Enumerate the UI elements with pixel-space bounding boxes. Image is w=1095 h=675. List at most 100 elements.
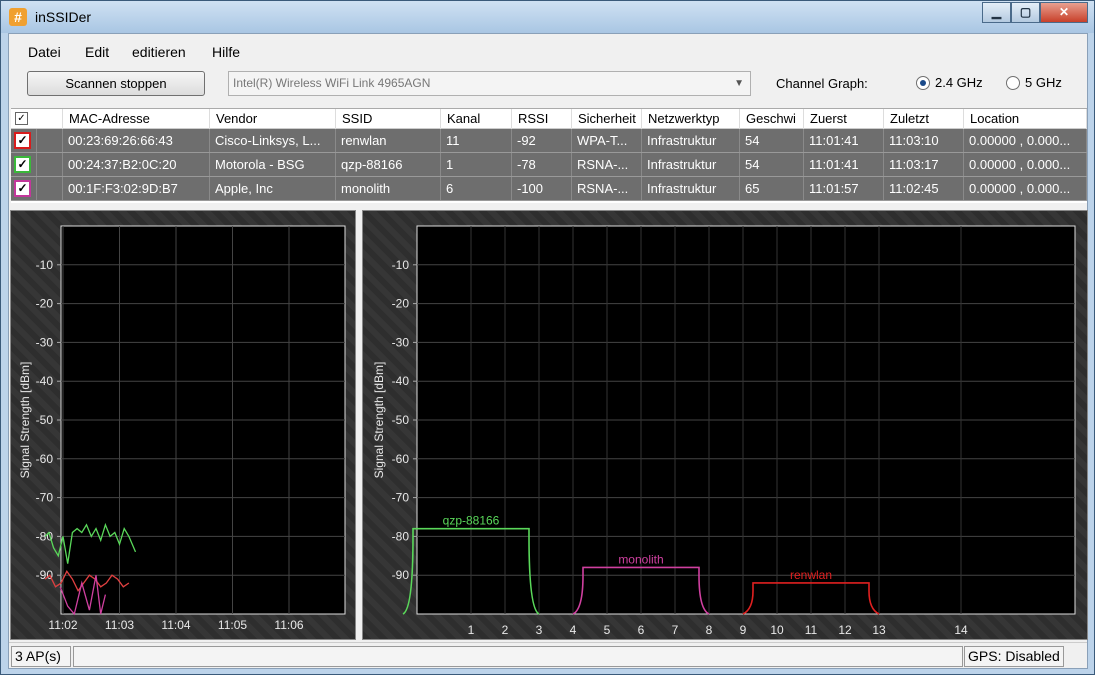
series-label: qzp-88166 [443,514,500,528]
cell-speed: 65 [740,177,804,200]
y-tick-label: -80 [392,529,410,543]
col-location[interactable]: Location [964,109,1087,129]
y-tick-label: -20 [392,297,410,311]
cell-last: 11:02:45 [884,177,964,200]
radio-5ghz-label: 5 GHz [1025,75,1062,90]
y-tick-label: -10 [392,258,410,272]
radio-24ghz[interactable]: 2.4 GHz [916,75,983,90]
col-netzwerktyp[interactable]: Netzwerktyp [642,109,740,129]
x-tick-label: 2 [502,623,509,637]
cell-location: 0.00000 , 0.000... [964,177,1087,200]
cell-location: 0.00000 , 0.000... [964,153,1087,176]
time-graph: 11:02 11:03 11:04 11:05 11:06 -10 -20 -30 -40 -50… [18,225,346,632]
cell-security: RSNA-... [572,153,642,176]
x-tick-label: 12 [838,623,852,637]
cell-last: 11:03:17 [884,153,964,176]
x-tick-label: 6 [638,623,645,637]
x-tick-label: 11 [805,623,818,637]
y-tick-label: -30 [36,335,54,349]
y-tick-label: -40 [392,374,410,388]
menu-bar: Datei Edit editieren Hilfe [9,34,1087,66]
col-mac[interactable]: MAC-Adresse [63,109,210,129]
series-label: monolith [618,552,663,566]
channel-graph-label: Channel Graph: [776,76,868,91]
col-kanal[interactable]: Kanal [441,109,512,129]
menu-hilfe[interactable]: Hilfe [212,44,240,60]
window-title: inSSIDer [35,9,92,25]
ap-count: 3 AP(s) [11,646,71,667]
maximize-button[interactable]: ▢ [1011,2,1040,23]
x-tick-label: 3 [536,623,543,637]
status-message [73,646,963,667]
y-axis-label: Signal Strength [dBm] [18,362,32,479]
col-geschwi[interactable]: Geschwi [740,109,804,129]
cell-kanal: 1 [441,153,512,176]
cell-vendor: Apple, Inc [210,177,336,200]
channel-graph-panel: -10 -20 -30 -40 -50 -60 -70 -80 -90 1 2 3 4 5 6 7 8 9 10 11… [362,210,1088,640]
cell-rssi: -78 [512,153,572,176]
cell-kanal: 6 [441,177,512,200]
col-ssid[interactable]: SSID [336,109,441,129]
x-tick-label: 11:02 [48,618,77,632]
radio-24ghz-label: 2.4 GHz [935,75,983,90]
checkbox-icon: ✓ [15,112,28,125]
cell-rssi: -92 [512,129,572,152]
table-row[interactable]: ✓ 00:24:37:B2:0C:20 Motorola - BSG qzp-8… [11,153,1087,177]
y-tick-label: -50 [36,413,54,427]
y-tick-label: -40 [36,374,54,388]
x-tick-label: 4 [570,623,577,637]
app-logo-icon: # [9,8,27,26]
y-tick-label: -60 [36,452,54,466]
y-tick-label: -30 [392,335,410,349]
cell-vendor: Motorola - BSG [210,153,336,176]
gps-status: GPS: Disabled [964,646,1064,667]
y-tick-label: -70 [392,491,410,505]
col-zuletzt[interactable]: Zuletzt [884,109,964,129]
chevron-down-icon: ▼ [734,78,744,89]
cell-rssi: -100 [512,177,572,200]
menu-datei[interactable]: Datei [28,44,61,60]
cell-ssid: renwlan [336,129,441,152]
row-checkbox[interactable]: ✓ [14,180,31,197]
cell-last: 11:03:10 [884,129,964,152]
y-tick-label: -70 [36,491,54,505]
cell-speed: 54 [740,153,804,176]
x-tick-label: 11:03 [105,618,134,632]
cell-first: 11:01:57 [804,177,884,200]
table-row[interactable]: ✓ 00:1F:F3:02:9D:B7 Apple, Inc monolith … [11,177,1087,201]
radio-5ghz[interactable]: 5 GHz [1006,75,1062,90]
cell-type: Infrastruktur [642,177,740,200]
row-checkbox[interactable]: ✓ [14,132,31,149]
cell-mac: 00:23:69:26:66:43 [63,129,210,152]
row-checkbox[interactable]: ✓ [14,156,31,173]
table-row[interactable]: ✓ 00:23:69:26:66:43 Cisco-Linksys, L... … [11,129,1087,153]
adapter-select[interactable]: Intel(R) Wireless WiFi Link 4965AGN ▼ [228,71,751,96]
cell-security: WPA-T... [572,129,642,152]
x-tick-label: 7 [672,623,679,637]
header-select-all[interactable]: ✓ [11,109,63,129]
col-rssi[interactable]: RSSI [512,109,572,129]
cell-first: 11:01:41 [804,153,884,176]
col-vendor[interactable]: Vendor [210,109,336,129]
y-tick-label: -20 [36,297,54,311]
time-graph-panel: 11:02 11:03 11:04 11:05 11:06 -10 -20 -30 -40 -50… [10,210,356,640]
y-tick-label: -60 [392,452,410,466]
y-axis-label: Signal Strength [dBm] [372,362,386,479]
x-tick-label: 13 [872,623,886,637]
cell-kanal: 11 [441,129,512,152]
menu-edit[interactable]: Edit [85,44,109,60]
radio-selected-icon [916,75,930,90]
scan-stop-button[interactable]: Scannen stoppen [27,71,205,96]
series-label: renwlan [790,568,832,582]
y-tick-label: -10 [36,258,54,272]
col-sicherheit[interactable]: Sicherheit [572,109,642,129]
cell-type: Infrastruktur [642,153,740,176]
col-zuerst[interactable]: Zuerst [804,109,884,129]
channel-graph: -10-20-30-40-50-60-70-80-901 2 3 4 5 6 7 8 9 10 11… [372,225,1076,637]
x-tick-label: 11:05 [218,618,247,632]
close-button[interactable]: ✕ [1040,2,1088,23]
minimize-button[interactable]: ▁ [982,2,1011,23]
menu-editieren[interactable]: editieren [132,44,186,60]
x-tick-label: 5 [604,623,611,637]
title-bar[interactable]: # inSSIDer ▁ ▢ ✕ [1,1,1094,33]
